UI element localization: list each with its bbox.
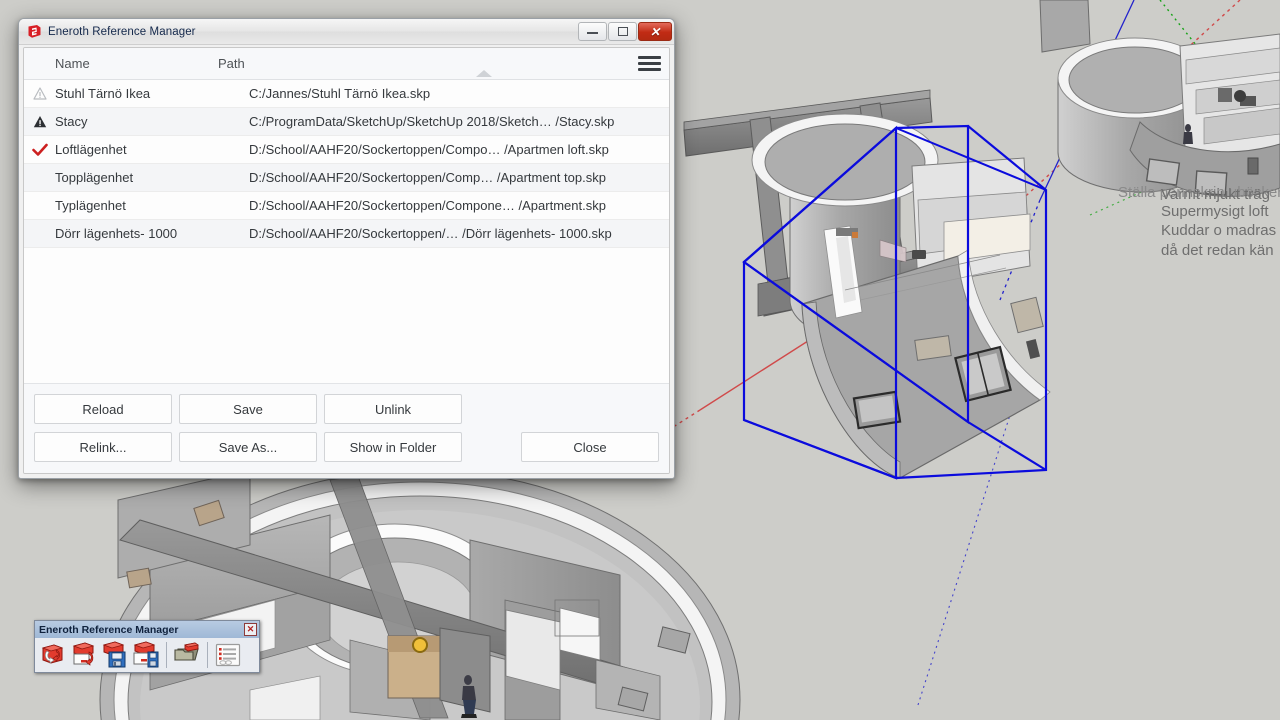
save-all-icon[interactable] (100, 640, 130, 670)
toolbar-icons (35, 638, 259, 672)
reference-name: Stuhl Tärnö Ikea (55, 86, 249, 101)
reference-manager-dialog: Eneroth Reference Manager ✕ Name Path (18, 18, 675, 479)
reference-path: D:/School/AAHF20/Sockertoppen/Compone… /… (249, 198, 669, 213)
warning-triangle-solid-icon (24, 115, 55, 128)
reference-path: D:/School/AAHF20/Sockertoppen/Compo… /Ap… (249, 142, 669, 157)
open-folder-icon[interactable] (172, 640, 202, 670)
reference-name: Typlägenhet (55, 198, 249, 213)
manager-list-icon[interactable] (213, 640, 243, 670)
hamburger-menu-icon[interactable] (638, 54, 661, 73)
table-row[interactable]: Stacy C:/ProgramData/SketchUp/SketchUp 2… (24, 108, 669, 136)
close-icon: ✕ (247, 624, 255, 635)
window-controls: ✕ (578, 22, 672, 41)
upper-right-building (1040, 0, 1280, 200)
scene-annotation-4: då det redan kän (1161, 242, 1274, 259)
dialog-body: Name Path Stuhl Tärnö Ikea C:/Jannes/Stu… (23, 47, 670, 474)
reference-name: Topplägenhet (55, 170, 249, 185)
table-row[interactable]: Loftlägenhet D:/School/AAHF20/Sockertopp… (24, 136, 669, 164)
reference-path: C:/ProgramData/SketchUp/SketchUp 2018/Sk… (249, 114, 669, 129)
reference-path: C:/Jannes/Stuhl Tärnö Ikea.skp (249, 86, 669, 101)
maximize-button[interactable] (608, 22, 637, 41)
table-row[interactable]: Typlägenhet D:/School/AAHF20/Sockertoppe… (24, 192, 669, 220)
save-button[interactable]: Save (179, 394, 317, 424)
sort-ascending-icon (476, 70, 492, 77)
toolbar-separator-2 (207, 642, 208, 668)
toolbar-title: Eneroth Reference Manager (39, 624, 244, 636)
reference-path: D:/School/AAHF20/Sockertoppen/Comp… /Apa… (249, 170, 669, 185)
save-single-icon[interactable] (131, 640, 161, 670)
reference-name: Loftlägenhet (55, 142, 249, 157)
table-row[interactable]: Dörr lägenhets- 1000 D:/School/AAHF20/So… (24, 220, 669, 248)
unlink-button[interactable]: Unlink (324, 394, 462, 424)
scene-annotation-2: Supermysigt loft (1161, 203, 1269, 220)
dialog-buttons: Reload Save Unlink Relink... Save As... … (24, 383, 669, 473)
save-as-button[interactable]: Save As... (179, 432, 317, 462)
checkmark-icon (24, 143, 55, 157)
reference-list[interactable]: Stuhl Tärnö Ikea C:/Jannes/Stuhl Tärnö I… (24, 80, 669, 383)
column-header-path[interactable]: Path (218, 56, 669, 71)
toolbar-titlebar[interactable]: Eneroth Reference Manager ✕ (35, 621, 259, 638)
button-row-primary: Reload Save Unlink (24, 394, 669, 424)
show-in-folder-button[interactable]: Show in Folder (324, 432, 462, 462)
reference-name: Dörr lägenhets- 1000 (55, 226, 249, 241)
reload-single-icon[interactable] (69, 640, 99, 670)
reload-button[interactable]: Reload (34, 394, 172, 424)
toolbar-separator-1 (166, 642, 167, 668)
dialog-title: Eneroth Reference Manager (48, 26, 578, 38)
scene-annotation-3: Kuddar o madras (1161, 222, 1276, 239)
close-dialog-button[interactable]: Close (521, 432, 659, 462)
reference-name: Stacy (55, 114, 249, 129)
eneroth-toolbar[interactable]: Eneroth Reference Manager ✕ (34, 620, 260, 673)
close-icon: ✕ (650, 26, 660, 38)
relink-button[interactable]: Relink... (34, 432, 172, 462)
warning-triangle-outline-icon (24, 87, 55, 100)
sketchup-app-icon (27, 24, 42, 39)
table-row[interactable]: Topplägenhet D:/School/AAHF20/Sockertopp… (24, 164, 669, 192)
scene-annotation-1: Varmt mjukt träg (1161, 186, 1270, 203)
dialog-titlebar[interactable]: Eneroth Reference Manager ✕ (19, 19, 674, 45)
button-row-secondary: Relink... Save As... Show in Folder Clos… (24, 432, 669, 462)
close-button[interactable]: ✕ (638, 22, 672, 41)
minimize-button[interactable] (578, 22, 607, 41)
reference-path: D:/School/AAHF20/Sockertoppen/… /Dörr lä… (249, 226, 669, 241)
table-row[interactable]: Stuhl Tärnö Ikea C:/Jannes/Stuhl Tärnö I… (24, 80, 669, 108)
reload-all-icon[interactable] (38, 640, 68, 670)
toolbar-close-button[interactable]: ✕ (244, 623, 257, 636)
column-header-name[interactable]: Name (24, 56, 218, 71)
list-header: Name Path (24, 48, 669, 80)
